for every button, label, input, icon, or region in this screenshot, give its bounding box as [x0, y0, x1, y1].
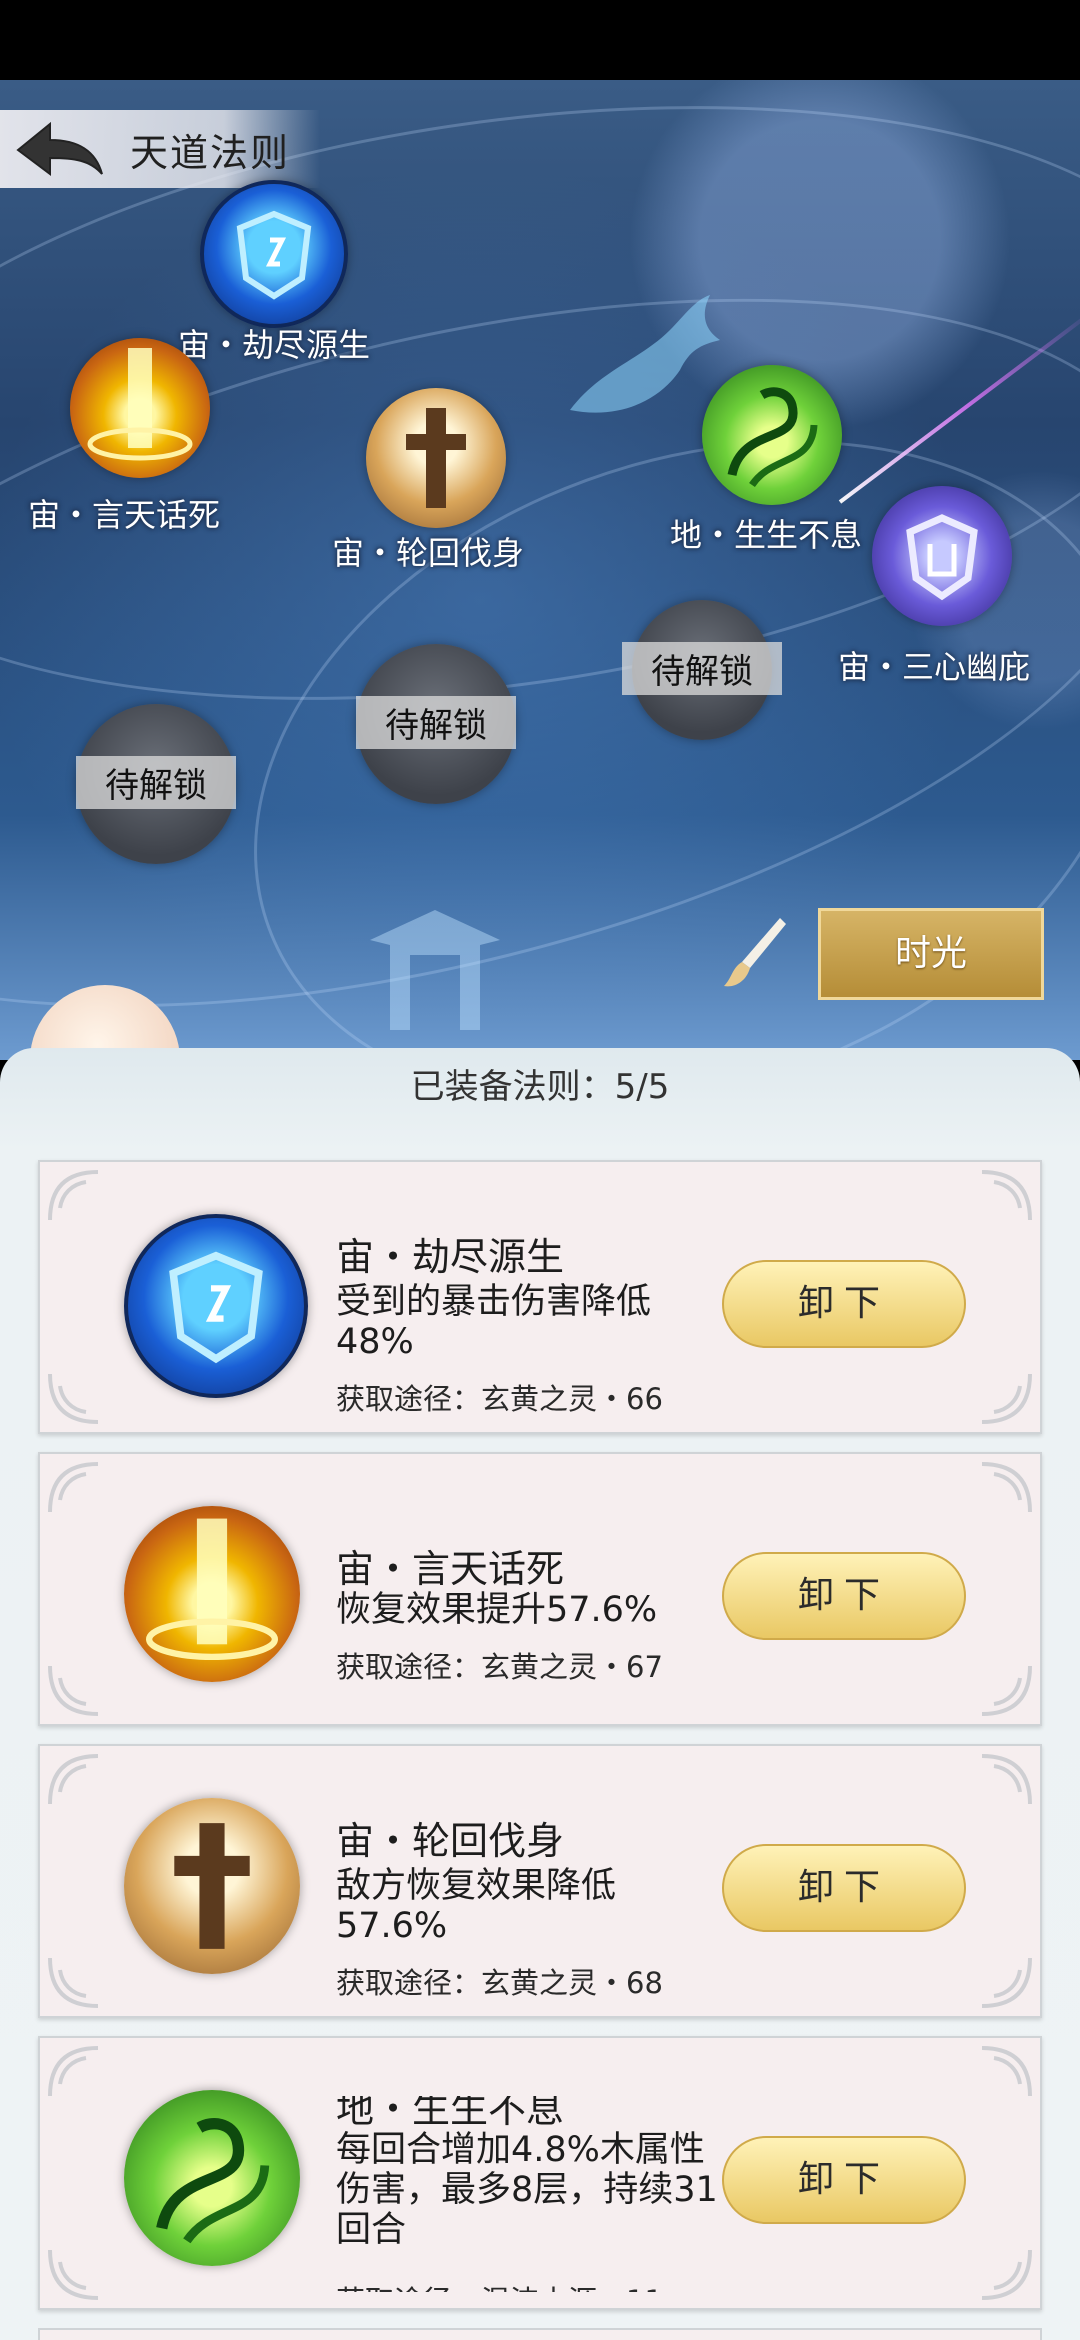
brush-icon[interactable] [720, 912, 790, 992]
page-title: 天道法则 [130, 131, 291, 175]
corner-ornament [48, 1170, 99, 1221]
scroll-clip: 地・生生不息 每回合增加4.8%木属性伤害，最多8层，持续31回合 获取途径：混… [336, 2096, 726, 2292]
corner-ornament [48, 2046, 99, 2097]
law-card-partial [38, 2328, 1042, 2340]
corner-ornament [981, 1373, 1032, 1424]
law-description: 每回合增加4.8%木属性伤害，最多8层，持续31回合 [336, 2130, 718, 2250]
corner-ornament [981, 1665, 1032, 1716]
unequip-button[interactable]: 卸下 [722, 1552, 966, 1640]
law-description: 恢复效果提升57.6% [336, 1590, 658, 1630]
corner-ornament [981, 1957, 1032, 2008]
vine-icon [702, 365, 842, 505]
locked-label: 待解锁 [622, 642, 782, 695]
law-name: 宙・轮回伐身 [336, 1819, 565, 1863]
law-card: 宙・言天话死 恢复效果提升57.6% 获取途径：玄黄之灵・67 卸下 [38, 1452, 1042, 1726]
law-card: 地・生生不息 每回合增加4.8%木属性伤害，最多8层，持续31回合 获取途径：混… [38, 2036, 1042, 2310]
time-button[interactable]: 时光 [818, 908, 1044, 1000]
pavilion-decoration [370, 910, 500, 1030]
law-card: 宙・轮回伐身 敌方恢复效果降低57.6% 获取途径：玄黄之灵・68 卸下 [38, 1744, 1042, 2018]
cross-icon [366, 388, 506, 528]
unequip-button[interactable]: 卸下 [722, 1844, 966, 1932]
unequip-button[interactable]: 卸下 [722, 2136, 966, 2224]
shield-icon [124, 1214, 308, 1398]
corner-ornament [48, 1957, 99, 2008]
locked-label: 待解锁 [76, 756, 236, 809]
shield-icon [200, 180, 348, 328]
unequip-button[interactable]: 卸下 [722, 1260, 966, 1348]
corner-ornament [48, 1665, 99, 1716]
law-name: 地・生生不息 [336, 2096, 565, 2131]
cross-icon [124, 1798, 300, 1974]
equipped-count: 已装备法则：5/5 [410, 1067, 670, 1107]
purple-shield-icon [872, 486, 1012, 626]
corner-ornament [981, 1462, 1032, 1513]
corner-ornament [981, 2249, 1032, 2300]
map-node-label: 宙・言天话死 [28, 496, 221, 534]
back-arrow-icon [16, 121, 103, 176]
corner-ornament [981, 1754, 1032, 1805]
vine-icon [124, 2090, 300, 2266]
golden-light-icon [70, 338, 210, 478]
corner-ornament [981, 2046, 1032, 2097]
corner-ornament [48, 1373, 99, 1424]
law-description: 受到的暴击伤害降低48% [336, 1282, 652, 1362]
top-bar: 天道法则 [0, 110, 320, 188]
law-card: 宙・劫尽源生 受到的暴击伤害降低48% 获取途径：玄黄之灵・66 卸下 [38, 1160, 1042, 1434]
corner-ornament [48, 2249, 99, 2300]
corner-ornament [981, 1170, 1032, 1221]
map-node-label: 宙・轮回伐身 [332, 534, 525, 572]
law-source: 获取途径：玄黄之灵・67 [336, 1650, 663, 1684]
law-source: 获取途径：玄黄之灵・66 [336, 1382, 663, 1416]
law-name: 宙・劫尽源生 [336, 1235, 565, 1279]
locked-label: 待解锁 [356, 696, 516, 749]
back-button[interactable] [10, 116, 110, 182]
corner-ornament [48, 1754, 99, 1805]
golden-light-icon [124, 1506, 300, 1682]
law-description: 敌方恢复效果降低57.6% [336, 1866, 617, 1946]
corner-ornament [48, 1462, 99, 1513]
law-source: 获取途径：混沌本源・11 [336, 2278, 663, 2292]
map-node-label: 宙・三心幽庇 [838, 648, 1031, 686]
status-bar [0, 0, 1080, 80]
map-node-label: 地・生生不息 [670, 516, 863, 554]
law-source: 获取途径：玄黄之灵・68 [336, 1966, 663, 2000]
law-name: 宙・言天话死 [336, 1547, 565, 1591]
